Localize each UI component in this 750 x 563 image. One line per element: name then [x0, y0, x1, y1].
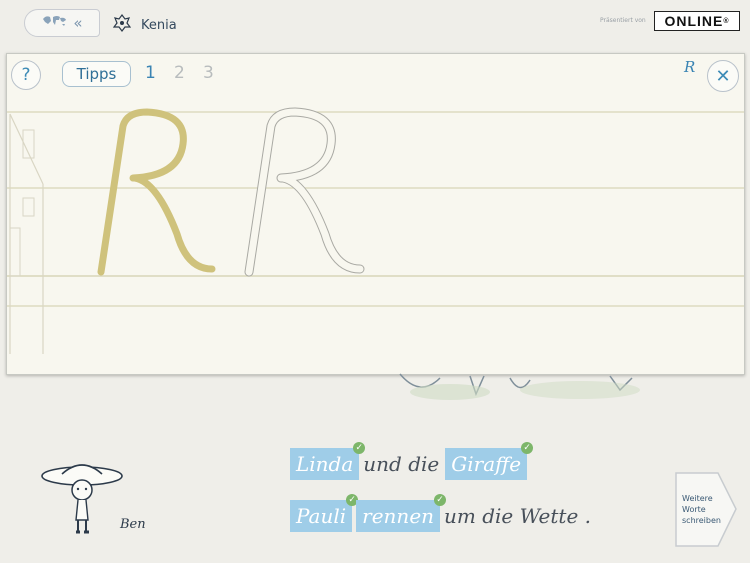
word-text: Pauli: [296, 504, 347, 528]
sentence-1: Linda ✓ und die Giraffe ✓: [290, 442, 534, 482]
more-words-line3: schreiben: [682, 516, 721, 525]
sentence-2: Pauli ✓ rennen ✓ um die Wette .: [290, 494, 597, 534]
outline-letter[interactable]: [235, 104, 385, 284]
step-2[interactable]: 2: [174, 63, 185, 83]
word-pauli[interactable]: Pauli ✓: [290, 494, 359, 532]
logo-text: ONLINE: [664, 13, 724, 29]
word-text: Linda: [296, 452, 354, 476]
character-avatar[interactable]: [40, 458, 130, 536]
sentence-text: und die: [363, 452, 440, 476]
tips-button[interactable]: Tipps: [62, 61, 131, 87]
close-button[interactable]: ✕: [707, 60, 739, 92]
word-linda[interactable]: Linda ✓: [290, 442, 366, 480]
country-name: Kenia: [141, 17, 177, 33]
world-map-icon: [41, 14, 67, 32]
online-logo[interactable]: ONLINE ®: [654, 11, 740, 31]
back-to-map-button[interactable]: «: [24, 9, 100, 37]
more-words-line2: Worte: [682, 505, 706, 514]
check-icon: ✓: [521, 442, 534, 454]
character-name: Ben: [120, 517, 146, 532]
african-mask-icon: [112, 14, 132, 36]
help-button[interactable]: ?: [11, 60, 41, 90]
letter-hint: R: [684, 58, 696, 76]
chevron-left-icon: «: [73, 14, 83, 32]
check-icon: ✓: [434, 494, 447, 506]
word-text: rennen: [362, 504, 435, 528]
step-1[interactable]: 1: [145, 63, 156, 83]
word-text: Giraffe: [451, 452, 522, 476]
step-3[interactable]: 3: [203, 63, 214, 83]
country-label: Kenia: [112, 14, 177, 36]
top-bar: « Kenia Präsentiert von ONLINE ®: [0, 0, 750, 50]
background-illustration: [399, 373, 640, 400]
writing-panel[interactable]: ? Tipps 1 2 3 R ✕: [6, 53, 745, 375]
more-words-line1: Weitere: [682, 494, 713, 503]
sentence-text: um die Wette .: [444, 504, 592, 528]
traced-letter: [97, 108, 216, 276]
word-rennen[interactable]: rennen ✓: [356, 494, 447, 532]
word-giraffe[interactable]: Giraffe ✓: [445, 442, 534, 480]
sponsor-text: Präsentiert von: [600, 17, 646, 24]
more-words-label: Weitere Worte schreiben: [682, 493, 728, 526]
logo-mark: ®: [723, 17, 730, 25]
